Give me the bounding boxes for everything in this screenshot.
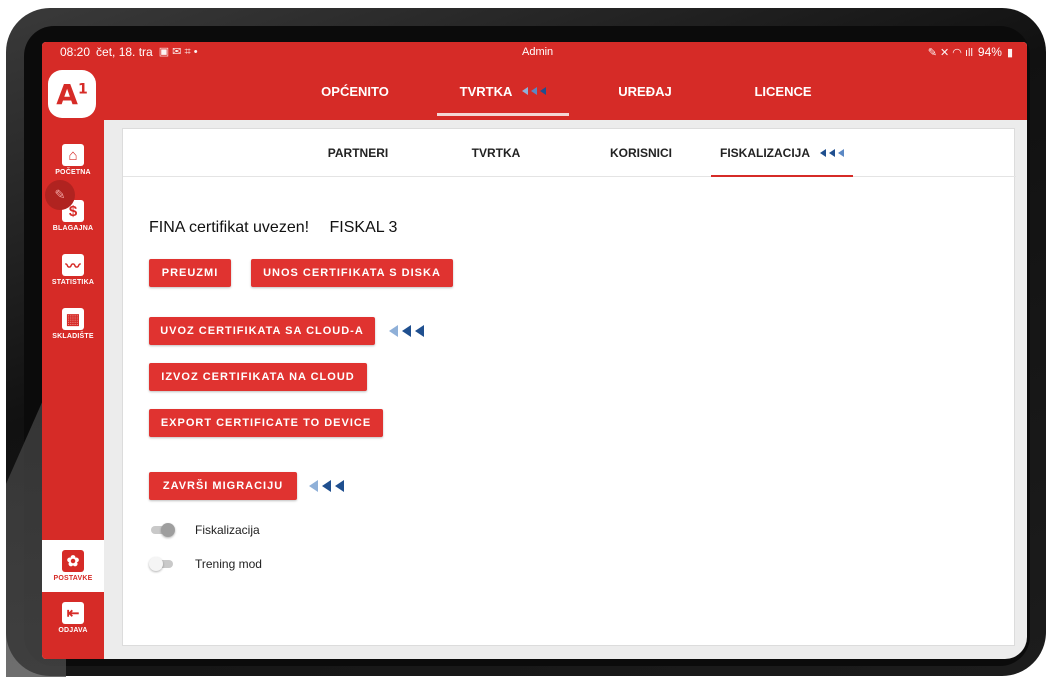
sidebar-item-label: POČETNA (55, 169, 91, 176)
certificate-status-heading: FINA certifikat uvezen! FISKAL 3 (149, 219, 397, 237)
trening-mod-toggle[interactable] (149, 557, 175, 571)
tab-tvrtka-label: TVRTKA (459, 83, 513, 99)
a1-logo: A1 (48, 70, 96, 118)
status-center-label: Admin (522, 46, 554, 58)
pointer-arrows-icon (309, 480, 344, 492)
tab-tvrtka-sub[interactable]: TVRTKA (455, 129, 537, 177)
tab-uredaj[interactable]: UREĐAJ (590, 62, 700, 120)
fiskalizacija-label: Fiskalizacija (195, 523, 260, 537)
uvoz-cloud-button[interactable]: UVOZ CERTIFIKATA SA CLOUD-A (149, 317, 375, 345)
edit-fab-button[interactable]: ✎ (45, 180, 75, 210)
company-name: FISKAL 3 (329, 219, 398, 236)
izvoz-cloud-button[interactable]: IZVOZ CERTIFIKATA NA CLOUD (149, 363, 367, 391)
sidebar-item-label: POSTAVKE (53, 575, 93, 582)
battery-icon: ▮ (1006, 46, 1013, 59)
notification-icons: ▣ ✉ ⌗ • (158, 46, 198, 58)
tab-korisnici[interactable]: KORISNICI (593, 129, 689, 177)
status-time: 08:20 (60, 45, 91, 59)
logo-text: A1 (56, 77, 88, 111)
sidebar-item-statistika[interactable]: 〰 STATISTIKA (42, 254, 104, 286)
tab-partneri[interactable]: PARTNERI (313, 129, 403, 177)
preuzmi-button[interactable]: PREUZMI (149, 259, 231, 287)
tab-fiskalizacija-label: FISKALIZACIJA (720, 146, 810, 160)
gear-icon: ✿ (62, 550, 84, 572)
tab-licence[interactable]: LICENCE (728, 62, 838, 120)
sidebar-item-label: STATISTIKA (51, 279, 95, 286)
settings-card: PARTNERI TVRTKA KORISNICI FISKALIZACIJA … (122, 128, 1016, 646)
sidebar-item-postavke[interactable]: ✿ POSTAVKE (42, 540, 104, 592)
export-device-button[interactable]: EXPORT CERTIFICATE TO DEVICE (149, 409, 383, 437)
pointer-arrows-icon (820, 149, 844, 157)
pointer-arrows-icon (522, 87, 547, 95)
zavrsi-migraciju-button[interactable]: ZAVRŠI MIGRACIJU (149, 472, 297, 500)
sidebar-item-odjava[interactable]: ⇤ ODJAVA (42, 602, 104, 634)
battery-percent: 94% (977, 45, 1002, 59)
tab-tvrtka[interactable]: TVRTKA (437, 62, 569, 120)
warehouse-icon: ▦ (62, 308, 84, 330)
trening-mod-label: Trening mod (195, 557, 262, 571)
sidebar-item-label: BLAGAJNA (52, 225, 94, 232)
pencil-icon: ✎ (54, 187, 66, 202)
chart-icon: 〰 (62, 254, 84, 276)
fiskalizacija-toggle-row: Fiskalizacija (149, 523, 260, 537)
sub-navigation: PARTNERI TVRTKA KORISNICI FISKALIZACIJA (123, 129, 1016, 177)
top-navigation: A1 OPĆENITO TVRTKA UREĐAJ LICENCE (42, 62, 1027, 120)
fiskalizacija-toggle[interactable] (149, 523, 175, 537)
logout-icon: ⇤ (62, 602, 84, 624)
status-date: čet, 18. tra (96, 45, 153, 59)
home-icon: ⌂ (62, 144, 84, 166)
tab-opcenito[interactable]: OPĆENITO (308, 62, 402, 120)
sidebar-item-label: ODJAVA (58, 627, 88, 634)
screen: 08:20 čet, 18. tra ▣ ✉ ⌗ • Admin ✎ ✕ ◠ ı… (42, 42, 1027, 659)
certificate-status-text: FINA certifikat uvezen! (149, 219, 310, 236)
sidebar-item-label: SKLADIŠTE (52, 333, 94, 340)
system-icons: ✎ ✕ ◠ ıll (927, 46, 973, 59)
trening-mod-toggle-row: Trening mod (149, 557, 262, 571)
status-bar: 08:20 čet, 18. tra ▣ ✉ ⌗ • Admin ✎ ✕ ◠ ı… (42, 42, 1027, 62)
sidebar-item-skladiste[interactable]: ▦ SKLADIŠTE (42, 308, 104, 340)
sidebar-item-pocetna[interactable]: ⌂ POČETNA (42, 144, 104, 176)
tab-fiskalizacija[interactable]: FISKALIZACIJA (711, 129, 853, 177)
pointer-arrows-icon (389, 325, 424, 337)
unos-certifikata-button[interactable]: UNOS CERTIFIKATA S DISKA (251, 259, 453, 287)
